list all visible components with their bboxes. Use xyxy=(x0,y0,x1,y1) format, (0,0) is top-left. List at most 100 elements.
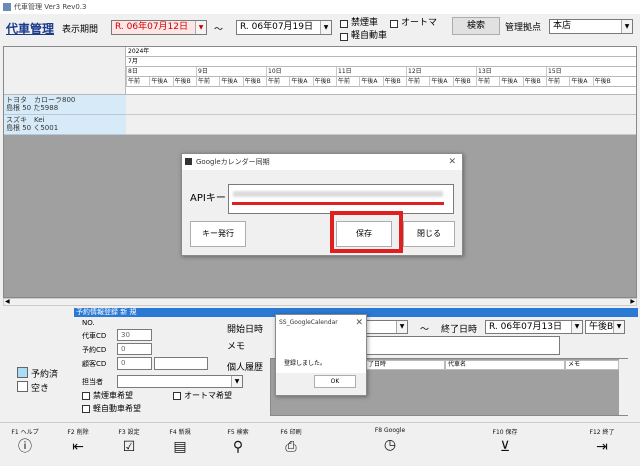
history-header-memo: メモ xyxy=(565,360,619,370)
horizontal-scrollbar[interactable]: ◀ ▶ xyxy=(3,298,637,306)
chevron-down-icon[interactable]: ▼ xyxy=(231,376,242,387)
vehicle-row-label[interactable]: トヨタ カローラ800 島根 50 た5988 xyxy=(4,95,126,115)
chevron-down-icon[interactable]: ▼ xyxy=(195,21,206,34)
exit-button[interactable]: F12 終了 ⇥ xyxy=(577,425,627,463)
customer-code-input[interactable]: 0 xyxy=(117,357,152,370)
customer-code-label: 顧客CD xyxy=(82,360,107,368)
grid-slot-cell: 午前 xyxy=(196,77,219,87)
vehicle-row-schedule[interactable] xyxy=(126,115,636,135)
vehicle-row-schedule[interactable] xyxy=(126,95,636,115)
grid-slot-cell: 午後B xyxy=(592,77,616,87)
api-key-masked-text xyxy=(233,191,443,197)
print-button[interactable]: F6 印刷 ⎙ xyxy=(266,425,316,463)
end-date-select[interactable]: R. 06年07月13日 ▼ xyxy=(485,320,583,334)
memo-input[interactable] xyxy=(340,336,560,355)
search-button[interactable]: 検索 xyxy=(452,17,500,35)
help-button[interactable]: F1 ヘルプ ⓘ xyxy=(0,425,50,463)
grid-slot-cell: 午後A xyxy=(149,77,172,87)
grid-day-cell: 15日 xyxy=(546,67,616,77)
help-icon: ⓘ xyxy=(18,439,32,455)
chevron-down-icon[interactable]: ▼ xyxy=(396,321,407,333)
grid-slot-cell: 午後B xyxy=(452,77,476,87)
end-slot-select[interactable]: 午後B ▼ xyxy=(585,320,625,334)
search-fkey-button[interactable]: F5 検索 ⚲ xyxy=(213,425,263,463)
reservation-code-input[interactable]: 0 xyxy=(117,343,152,355)
clock-icon: ◷ xyxy=(383,437,397,453)
vehicle-code-label: 代車CD xyxy=(82,332,107,340)
filter-nonsmoking-checkbox[interactable]: 禁煙車 xyxy=(340,18,378,29)
scroll-left-icon[interactable]: ◀ xyxy=(5,298,10,305)
date-from-select[interactable]: R. 06年07月12日 ▼ xyxy=(111,20,207,35)
new-icon: ▤ xyxy=(173,439,187,455)
history-label: 個人履歴 xyxy=(227,363,264,373)
filter-automatic-checkbox[interactable]: オートマ xyxy=(390,18,437,29)
memo-label: メモ xyxy=(227,342,246,352)
close-button[interactable]: 閉じる xyxy=(403,221,455,247)
grid-slot-cell: 午前 xyxy=(266,77,289,87)
message-box-dialog: SS_GoogleCalendar ✕ 登録しました。 OK xyxy=(275,314,367,396)
base-label: 管理拠点 xyxy=(505,23,542,33)
chevron-down-icon[interactable]: ▼ xyxy=(320,21,331,34)
vehicle-code-input[interactable]: 30 xyxy=(117,329,152,341)
window-title: 代車管理 Ver3 Rev0.3 xyxy=(14,3,87,11)
chevron-down-icon[interactable]: ▼ xyxy=(621,20,632,33)
grid-slot-cell: 午後A xyxy=(499,77,522,87)
nonsmoking-pref-checkbox[interactable]: 禁煙車希望 xyxy=(82,390,133,401)
title-bar: 代車管理 Ver3 Rev0.3 xyxy=(0,0,640,14)
scroll-right-icon[interactable]: ▶ xyxy=(630,298,635,305)
chevron-down-icon[interactable]: ▼ xyxy=(613,321,624,333)
filter-kei-car-checkbox[interactable]: 軽自動車 xyxy=(340,31,387,42)
staff-select[interactable]: ▼ xyxy=(117,375,243,388)
grid-slot-cell: 午後B xyxy=(522,77,546,87)
period-tilde: ～ xyxy=(214,25,224,35)
close-icon[interactable]: ✕ xyxy=(448,154,456,170)
print-icon: ⎙ xyxy=(285,439,297,455)
grid-day-row: 8日 9日 10日 11日 12日 13日 15日 xyxy=(126,67,636,77)
vehicle-row-label[interactable]: スズキ Kei 島根 50 く5001 xyxy=(4,115,126,135)
grid-corner xyxy=(4,47,126,95)
ok-button[interactable]: OK xyxy=(314,375,356,388)
app-icon xyxy=(3,3,11,11)
new-button[interactable]: F4 新規 ▤ xyxy=(155,425,205,463)
api-key-input[interactable] xyxy=(228,184,454,214)
start-datetime-label: 開始日時 xyxy=(227,325,264,335)
grid-day-cell: 9日 xyxy=(196,67,266,77)
grid-day-cell: 13日 xyxy=(476,67,546,77)
grid-slot-cell: 午前 xyxy=(546,77,569,87)
legend-reserved-swatch xyxy=(17,367,28,378)
issue-key-button[interactable]: キー発行 xyxy=(190,221,246,247)
legend-vacant-swatch xyxy=(17,381,28,392)
close-icon[interactable]: ✕ xyxy=(355,315,363,331)
automatic-pref-checkbox[interactable]: オートマ希望 xyxy=(173,390,232,401)
google-sync-button[interactable]: F8 Google ◷ xyxy=(362,425,418,463)
dialog-app-icon xyxy=(185,158,192,165)
grid-slot-cell: 午後B xyxy=(172,77,196,87)
delete-button[interactable]: F2 削除 ⇤ xyxy=(53,425,103,463)
grid-slot-cell: 午後B xyxy=(382,77,406,87)
legend-reserved-label: 予約済 xyxy=(31,370,59,380)
settings-icon: ☑ xyxy=(122,439,136,455)
grid-slot-cell: 午前 xyxy=(126,77,149,87)
dialog-title: Googleカレンダー同期 xyxy=(196,158,270,166)
function-key-bar: F1 ヘルプ ⓘ F2 削除 ⇤ F3 設定 ☑ F4 新規 ▤ F5 検索 ⚲… xyxy=(0,422,640,466)
exit-icon: ⇥ xyxy=(596,439,608,455)
history-vertical-scrollbar[interactable] xyxy=(619,359,628,415)
save-button[interactable]: 保存 xyxy=(336,221,392,247)
no-label: NO. xyxy=(82,319,95,327)
base-select[interactable]: 本店 ▼ xyxy=(549,19,633,34)
grid-slot-cell: 午後A xyxy=(569,77,592,87)
google-calendar-sync-dialog: Googleカレンダー同期 ✕ APIキー キー発行 保存 閉じる xyxy=(181,153,463,256)
chevron-down-icon[interactable]: ▼ xyxy=(571,321,582,333)
message-box-title: SS_GoogleCalendar xyxy=(279,319,338,326)
grid-day-cell: 10日 xyxy=(266,67,336,77)
kei-car-pref-checkbox[interactable]: 軽自動車希望 xyxy=(82,403,141,414)
history-header-end-date: 了日時 xyxy=(365,360,445,370)
customer-name-input[interactable] xyxy=(154,357,208,370)
app-name: 代車管理 xyxy=(6,22,55,36)
date-to-select[interactable]: R. 06年07月19日 ▼ xyxy=(236,20,332,35)
main-window: 代車管理 Ver3 Rev0.3 代車管理 表示期間 R. 06年07月12日 … xyxy=(0,0,640,466)
grid-slot-row: 午前 午後A 午後B 午前 午後A 午後B 午前 午後A 午後B 午前 午後A 午後B 午前 午後A 午後B… xyxy=(126,77,636,87)
save-fkey-button[interactable]: F10 保存 ⊻ xyxy=(480,425,530,463)
history-header-vehicle-name: 代車名 xyxy=(445,360,565,370)
settings-button[interactable]: F3 設定 ☑ xyxy=(104,425,154,463)
